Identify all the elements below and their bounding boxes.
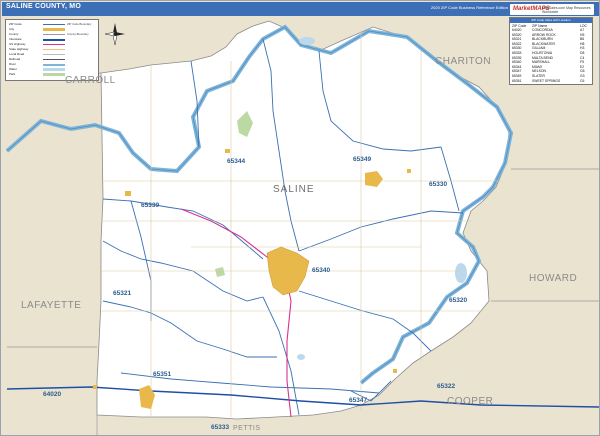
county-label-howard: HOWARD — [529, 273, 578, 284]
zip-code-index: ZIP Code Index with Location ZIP Code ZI… — [509, 17, 593, 85]
city-concordia — [93, 385, 97, 389]
lake-north — [299, 37, 315, 45]
zip-index-row: 65339 MALTA BEND C4 — [512, 55, 585, 60]
legend-swatch — [43, 73, 65, 76]
legend-swatch — [43, 34, 65, 35]
zip-label: 64020 — [43, 391, 62, 398]
city-miami — [225, 149, 230, 153]
county-label-chariton: CHARITON — [435, 56, 492, 67]
zip-header-name: ZIP Name — [532, 23, 548, 28]
zip-index-row: 65322 BLACKWATER H8 — [512, 41, 585, 46]
zip-index-row: 65333 HOUSTONIA D8 — [512, 51, 585, 55]
zip-label: 65330 — [429, 181, 448, 188]
zip-label: 65340 — [312, 267, 331, 274]
legend-label: Interstate — [9, 37, 22, 41]
county-label-lafayette: LAFAYETTE — [21, 300, 82, 311]
legend-label: Park — [9, 72, 16, 76]
zip-label: 65321 — [113, 290, 132, 297]
zip-label: 65339 — [141, 202, 160, 209]
legend-label: Railroad — [9, 57, 21, 61]
legend-label: Local Road — [9, 52, 25, 56]
title-bar: SALINE COUNTY, MO 2020 ZIP Code Business… — [2, 2, 599, 16]
county-label-carroll: CARROLL — [65, 75, 116, 86]
legend-label: US Highway — [9, 42, 26, 46]
legend-swatch — [43, 49, 65, 50]
city-malta-bend — [125, 191, 131, 196]
legend-label: River — [9, 62, 17, 66]
zip-index-row: 65344 MIAMI E2 — [512, 64, 585, 69]
zip-label: 65344 — [227, 158, 246, 165]
lake-east — [455, 263, 467, 283]
zip-index-row: 65351 SWEET SPRINGS C6 — [512, 78, 585, 83]
zip-index-row: 65320 ARROW ROCK H5 — [512, 32, 585, 37]
legend-label: County — [9, 32, 19, 36]
map-legend: ZIP Code ZIP Code Boundary City County C… — [5, 19, 99, 81]
zip-label: 65322 — [437, 383, 456, 390]
county-label-cooper: COOPER — [447, 396, 494, 407]
legend-swatch — [43, 54, 65, 55]
map-title: SALINE COUNTY, MO — [6, 3, 81, 10]
zip-label: 65347 — [349, 397, 368, 404]
zip-label: 65349 — [353, 156, 372, 163]
brand-subtitle: MapSales.com Map Resources Worldwide — [542, 6, 591, 14]
legend-swatch — [43, 59, 65, 60]
city-blackwater — [393, 369, 397, 373]
legend-note: ZIP Code Boundary — [67, 22, 92, 26]
lake-mid — [297, 354, 305, 360]
map-frame: SALINE COUNTY, MO 2020 ZIP Code Business… — [0, 0, 600, 436]
legend-label: ZIP Code — [9, 22, 22, 26]
legend-swatch — [43, 64, 65, 66]
zip-header-code: ZIP Code — [512, 23, 527, 28]
legend-swatch — [43, 68, 65, 71]
legend-swatch — [43, 24, 65, 25]
legend-swatch — [43, 44, 65, 45]
zip-index-row: 65349 SLATER G3 — [512, 74, 585, 78]
zip-index-row: 65330 GILLIAM H3 — [512, 46, 585, 51]
legend-label: State Highway — [9, 47, 29, 51]
zip-label: 65333 — [211, 424, 230, 431]
city-gilliam — [407, 169, 411, 173]
county-label-pettis: PETTIS — [233, 425, 261, 432]
zip-index-row: 65347 NELSON G6 — [512, 69, 585, 74]
zip-index-row: 65340 MARSHALL F5 — [512, 60, 584, 65]
legend-swatch — [43, 39, 65, 41]
legend-note: County Boundary — [67, 32, 89, 36]
brand-logo: MarketMAPS MapSales.com Map Resources Wo… — [510, 4, 594, 15]
edition-label: 2020 ZIP Code Business Reference Edition — [430, 5, 508, 10]
zip-index-row: 64020 CONCORDIA A7 — [512, 28, 585, 32]
zip-index-title: ZIP Code Index with Location — [510, 18, 592, 23]
zip-header-loc: LOC — [580, 23, 587, 28]
compass-rose-icon — [105, 23, 125, 45]
legend-swatch — [43, 28, 65, 31]
legend-label: Water — [9, 67, 17, 71]
legend-label: City — [9, 27, 15, 31]
county-label-saline: SALINE — [273, 184, 315, 195]
zip-index-row: 65321 BLACKBURN B6 — [512, 37, 585, 42]
zip-label: 65351 — [153, 371, 172, 378]
zip-label: 65320 — [449, 297, 468, 304]
